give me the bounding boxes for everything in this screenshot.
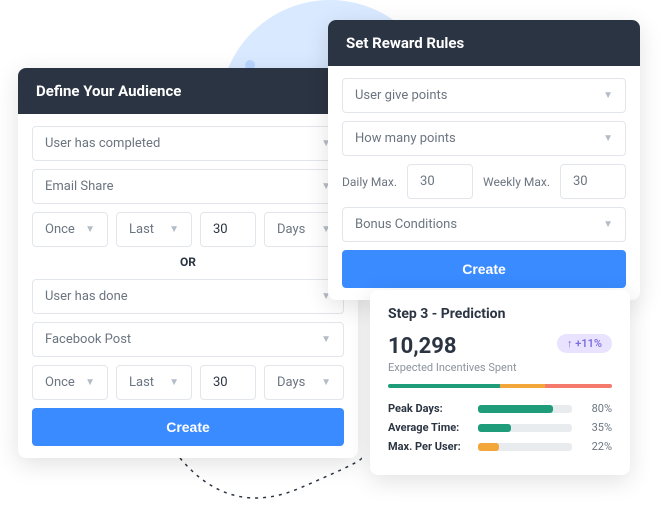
stat-label: Max. Per User: bbox=[388, 440, 468, 453]
stat-track bbox=[478, 405, 572, 413]
stat-row: Peak Days: 80% bbox=[388, 402, 612, 415]
weekly-max-input[interactable]: 30 bbox=[560, 164, 626, 199]
action2-label: Facebook Post bbox=[45, 332, 131, 347]
stat-value: 35% bbox=[582, 421, 612, 434]
stat-label: Average Time: bbox=[388, 421, 468, 434]
action1-select[interactable]: Email Share ▼ bbox=[32, 169, 344, 204]
audience-create-button[interactable]: Create bbox=[32, 408, 344, 446]
condition2-label: User has done bbox=[45, 289, 128, 304]
reward-points-label: How many points bbox=[355, 131, 456, 146]
action2-select[interactable]: Facebook Post ▼ bbox=[32, 322, 344, 357]
chevron-down-icon: ▼ bbox=[169, 224, 179, 235]
stat-track bbox=[478, 443, 572, 451]
chevron-down-icon: ▼ bbox=[603, 90, 613, 101]
unit2-label: Days bbox=[277, 375, 305, 390]
prediction-segments bbox=[388, 384, 612, 388]
timeframe2-select[interactable]: Last ▼ bbox=[116, 365, 192, 400]
prediction-sub: Expected Incentives Spent bbox=[388, 361, 612, 374]
stat-row: Max. Per User: 22% bbox=[388, 440, 612, 453]
freq2-label: Once bbox=[45, 375, 75, 390]
value2-input[interactable]: 30 bbox=[200, 365, 256, 400]
audience-card: Define Your Audience User has completed … bbox=[18, 68, 358, 458]
unit2-select[interactable]: Days ▼ bbox=[264, 365, 344, 400]
prediction-number: 10,298 bbox=[388, 334, 457, 359]
timeframe1-label: Last bbox=[129, 222, 154, 237]
stat-row: Average Time: 35% bbox=[388, 421, 612, 434]
stat-label: Peak Days: bbox=[388, 402, 468, 415]
weekly-max-label: Weekly Max. bbox=[483, 175, 550, 189]
stat-value: 80% bbox=[582, 402, 612, 415]
timeframe2-label: Last bbox=[129, 375, 154, 390]
reward-title: Set Reward Rules bbox=[328, 20, 640, 66]
condition1-select[interactable]: User has completed ▼ bbox=[32, 126, 344, 161]
bonus-conditions-select[interactable]: Bonus Conditions ▼ bbox=[342, 207, 626, 242]
freq1-select[interactable]: Once ▼ bbox=[32, 212, 108, 247]
daily-max-input[interactable]: 30 bbox=[407, 164, 473, 199]
reward-rule-label: User give points bbox=[355, 88, 447, 103]
prediction-title: Step 3 - Prediction bbox=[388, 306, 612, 322]
unit1-label: Days bbox=[277, 222, 305, 237]
condition2-select[interactable]: User has done ▼ bbox=[32, 279, 344, 314]
reward-card: Set Reward Rules User give points ▼ How … bbox=[328, 20, 640, 300]
action1-label: Email Share bbox=[45, 179, 114, 194]
stat-value: 22% bbox=[582, 440, 612, 453]
dotted-connector bbox=[170, 448, 370, 528]
prediction-badge: ↑ +11% bbox=[557, 334, 612, 353]
reward-points-select[interactable]: How many points ▼ bbox=[342, 121, 626, 156]
chevron-down-icon: ▼ bbox=[321, 334, 331, 345]
chevron-down-icon: ▼ bbox=[85, 377, 95, 388]
condition1-label: User has completed bbox=[45, 136, 160, 151]
chevron-down-icon: ▼ bbox=[603, 133, 613, 144]
daily-max-label: Daily Max. bbox=[342, 175, 397, 189]
reward-rule-select[interactable]: User give points ▼ bbox=[342, 78, 626, 113]
or-divider: OR bbox=[32, 255, 344, 269]
chevron-down-icon: ▼ bbox=[169, 377, 179, 388]
bonus-label: Bonus Conditions bbox=[355, 217, 457, 232]
chevron-down-icon: ▼ bbox=[603, 219, 613, 230]
reward-create-button[interactable]: Create bbox=[342, 250, 626, 288]
stat-track bbox=[478, 424, 572, 432]
freq1-label: Once bbox=[45, 222, 75, 237]
prediction-card: Step 3 - Prediction 10,298 ↑ +11% Expect… bbox=[370, 290, 630, 475]
audience-title: Define Your Audience bbox=[18, 68, 358, 114]
chevron-down-icon: ▼ bbox=[321, 377, 331, 388]
value1-input[interactable]: 30 bbox=[200, 212, 256, 247]
timeframe1-select[interactable]: Last ▼ bbox=[116, 212, 192, 247]
chevron-down-icon: ▼ bbox=[85, 224, 95, 235]
freq2-select[interactable]: Once ▼ bbox=[32, 365, 108, 400]
